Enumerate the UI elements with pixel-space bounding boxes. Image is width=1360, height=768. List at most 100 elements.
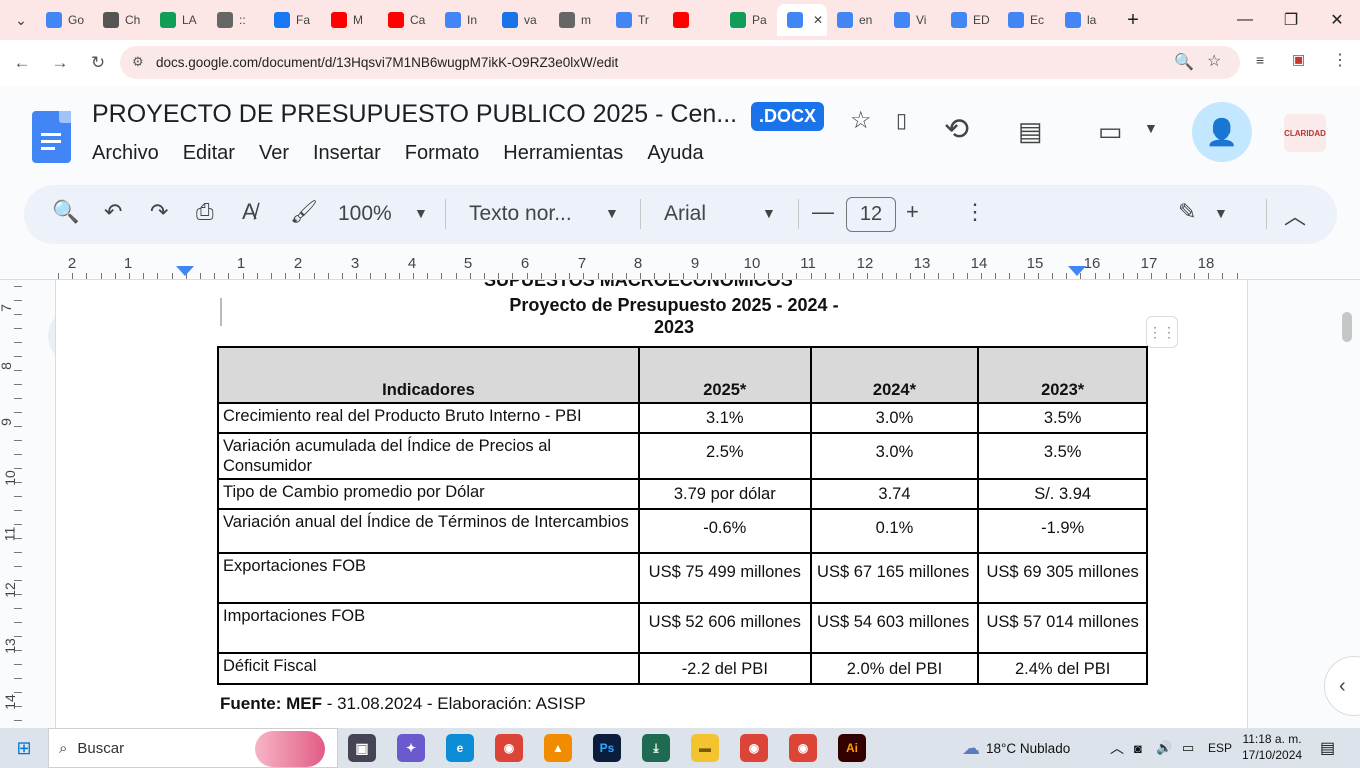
mode-dropdown-icon[interactable]: ▼ <box>1214 205 1228 221</box>
spellcheck-icon[interactable]: A̸ <box>242 199 257 225</box>
value-cell[interactable]: US$ 75 499 millones <box>637 552 812 604</box>
font-family-select[interactable]: Arial <box>664 202 706 226</box>
reload-button[interactable]: ↻ <box>80 45 116 81</box>
share-button[interactable]: 👤 <box>1192 102 1252 162</box>
browser-tab[interactable]: ED <box>941 4 998 36</box>
browser-tab[interactable]: la <box>1055 4 1112 36</box>
site-info-icon[interactable]: ⚙ <box>132 54 144 70</box>
value-cell[interactable]: 3.0% <box>809 402 980 434</box>
notification-center-icon[interactable]: ▤ <box>1320 728 1335 768</box>
print-icon[interactable]: ⎙ <box>196 199 214 225</box>
value-cell[interactable]: 3.5% <box>977 402 1148 434</box>
minimize-window-button[interactable]: — <box>1222 0 1268 40</box>
value-cell[interactable]: 3.79 por dólar <box>637 478 812 510</box>
value-cell[interactable]: US$ 54 603 millones <box>809 602 980 654</box>
header-cell[interactable]: Indicadores <box>217 346 640 404</box>
source-line[interactable]: Fuente: MEF - 31.08.2024 - Elaboración: … <box>220 694 586 714</box>
menu-formato[interactable]: Formato <box>405 142 479 165</box>
more-options-icon[interactable]: ⋮ <box>964 199 986 225</box>
browser-tab[interactable]: Ch <box>93 4 150 36</box>
browser-tab[interactable]: m <box>549 4 606 36</box>
browser-tab[interactable]: Go <box>36 4 93 36</box>
value-cell[interactable]: US$ 67 165 millones <box>809 552 980 604</box>
indicator-cell[interactable]: Exportaciones FOB <box>217 552 640 604</box>
header-cell[interactable]: 2023* <box>977 346 1148 404</box>
value-cell[interactable]: US$ 52 606 millones <box>637 602 812 654</box>
indicator-cell[interactable]: Tipo de Cambio promedio por Dólar <box>217 478 640 510</box>
new-tab-button[interactable]: + <box>1118 5 1148 35</box>
browser-tab[interactable]: :: <box>207 4 264 36</box>
indicator-cell[interactable]: Déficit Fiscal <box>217 652 640 685</box>
value-cell[interactable]: US$ 57 014 millones <box>977 602 1148 654</box>
value-cell[interactable]: 2.5% <box>637 432 812 480</box>
windows-start-icon[interactable]: ⊞ <box>0 728 48 768</box>
header-cell[interactable]: 2025* <box>637 346 812 404</box>
app-icon[interactable]: ⤓ <box>642 734 670 762</box>
system-clock[interactable]: 11:18 a. m. 17/10/2024 <box>1242 731 1302 763</box>
network-icon[interactable]: ▭ <box>1182 728 1194 768</box>
weather-widget[interactable]: ☁ 18°C Nublado <box>962 728 1070 768</box>
browser-tab[interactable]: M <box>321 4 378 36</box>
right-indent-marker[interactable] <box>1068 266 1086 276</box>
illustrator-icon[interactable]: Ai <box>838 734 866 762</box>
browser-tab[interactable]: Ca <box>378 4 435 36</box>
menu-archivo[interactable]: Archivo <box>92 142 159 165</box>
meet-dropdown-icon[interactable]: ▼ <box>1144 120 1158 136</box>
value-cell[interactable]: -0.6% <box>637 508 812 554</box>
redo-icon[interactable]: ↷ <box>150 199 168 225</box>
chrome-active-icon[interactable]: ◉ <box>789 734 817 762</box>
editing-mode-icon[interactable]: ✎ <box>1178 199 1196 225</box>
media-control-icon[interactable]: ≡ <box>1256 52 1264 68</box>
indicator-cell[interactable]: Crecimiento real del Producto Bruto Inte… <box>217 402 640 434</box>
task-view-icon[interactable]: ▣ <box>348 734 376 762</box>
menu-editar[interactable]: Editar <box>183 142 235 165</box>
paint-format-icon[interactable]: 🖌 <box>290 199 318 225</box>
zoom-dropdown-icon[interactable]: ▼ <box>414 205 428 221</box>
move-folder-icon[interactable]: ▯ <box>896 108 907 133</box>
zoom-select[interactable]: 100% <box>338 202 392 226</box>
edge-icon[interactable]: e <box>446 734 474 762</box>
menu-insertar[interactable]: Insertar <box>313 142 381 165</box>
indicator-cell[interactable]: Variación acumulada del Índice de Precio… <box>217 432 640 480</box>
tab-search-chevron-icon[interactable]: ⌄ <box>6 5 36 35</box>
bookmark-star-icon[interactable]: ☆ <box>1207 51 1221 71</box>
value-cell[interactable]: -2.2 del PBI <box>637 652 812 685</box>
vertical-scrollbar-thumb[interactable] <box>1342 312 1352 342</box>
chrome-profile-icon[interactable]: ◉ <box>740 734 768 762</box>
star-icon[interactable]: ☆ <box>850 106 872 135</box>
document-page[interactable]: SUPUESTOS MACROECONÓMICOS Proyecto de Pr… <box>55 280 1248 728</box>
menu-ver[interactable]: Ver <box>259 142 289 165</box>
value-cell[interactable]: 3.0% <box>809 432 980 480</box>
style-dropdown-icon[interactable]: ▼ <box>605 205 619 221</box>
taskbar-search[interactable]: ⌕ Buscar <box>48 728 338 768</box>
undo-icon[interactable]: ↶ <box>104 199 122 225</box>
value-cell[interactable]: 2.0% del PBI <box>809 652 980 685</box>
address-bar[interactable]: ⚙ docs.google.com/document/d/13Hqsvi7M1N… <box>120 46 1240 79</box>
paragraph-style-select[interactable]: Texto nor... <box>469 202 572 226</box>
table-drag-handle[interactable]: ⋮⋮ <box>1146 316 1178 348</box>
browser-tab[interactable]: Pa <box>720 4 777 36</box>
font-size-input[interactable]: 12 <box>846 197 896 232</box>
indicator-cell[interactable]: Variación anual del Índice de Términos d… <box>217 508 640 554</box>
browser-tab[interactable]: ✕ <box>777 4 827 36</box>
browser-tab[interactable]: va <box>492 4 549 36</box>
file-explorer-icon[interactable]: ▬ <box>691 734 719 762</box>
search-menus-icon[interactable]: 🔍 <box>52 199 79 225</box>
volume-icon[interactable]: 🔊 <box>1156 728 1172 768</box>
close-window-button[interactable]: ✕ <box>1314 0 1360 40</box>
show-hidden-icons[interactable]: ︿ <box>1110 728 1124 768</box>
browser-tab[interactable]: LA <box>150 4 207 36</box>
increase-font-size-icon[interactable]: + <box>906 199 919 225</box>
value-cell[interactable]: 3.1% <box>637 402 812 434</box>
value-cell[interactable]: 3.74 <box>809 478 980 510</box>
font-dropdown-icon[interactable]: ▼ <box>762 205 776 221</box>
browser-tab[interactable]: Fa <box>264 4 321 36</box>
value-cell[interactable]: 2.4% del PBI <box>977 652 1148 685</box>
comments-icon[interactable]: ▤ <box>1018 116 1043 147</box>
camera-icon[interactable]: ◙ <box>1134 728 1142 768</box>
browser-tab[interactable]: Ec <box>998 4 1055 36</box>
menu-herramientas[interactable]: Herramientas <box>503 142 623 165</box>
meet-icon[interactable]: ▭ <box>1098 116 1123 147</box>
vlc-icon[interactable]: ▲ <box>544 734 572 762</box>
forward-button[interactable]: → <box>42 45 78 81</box>
